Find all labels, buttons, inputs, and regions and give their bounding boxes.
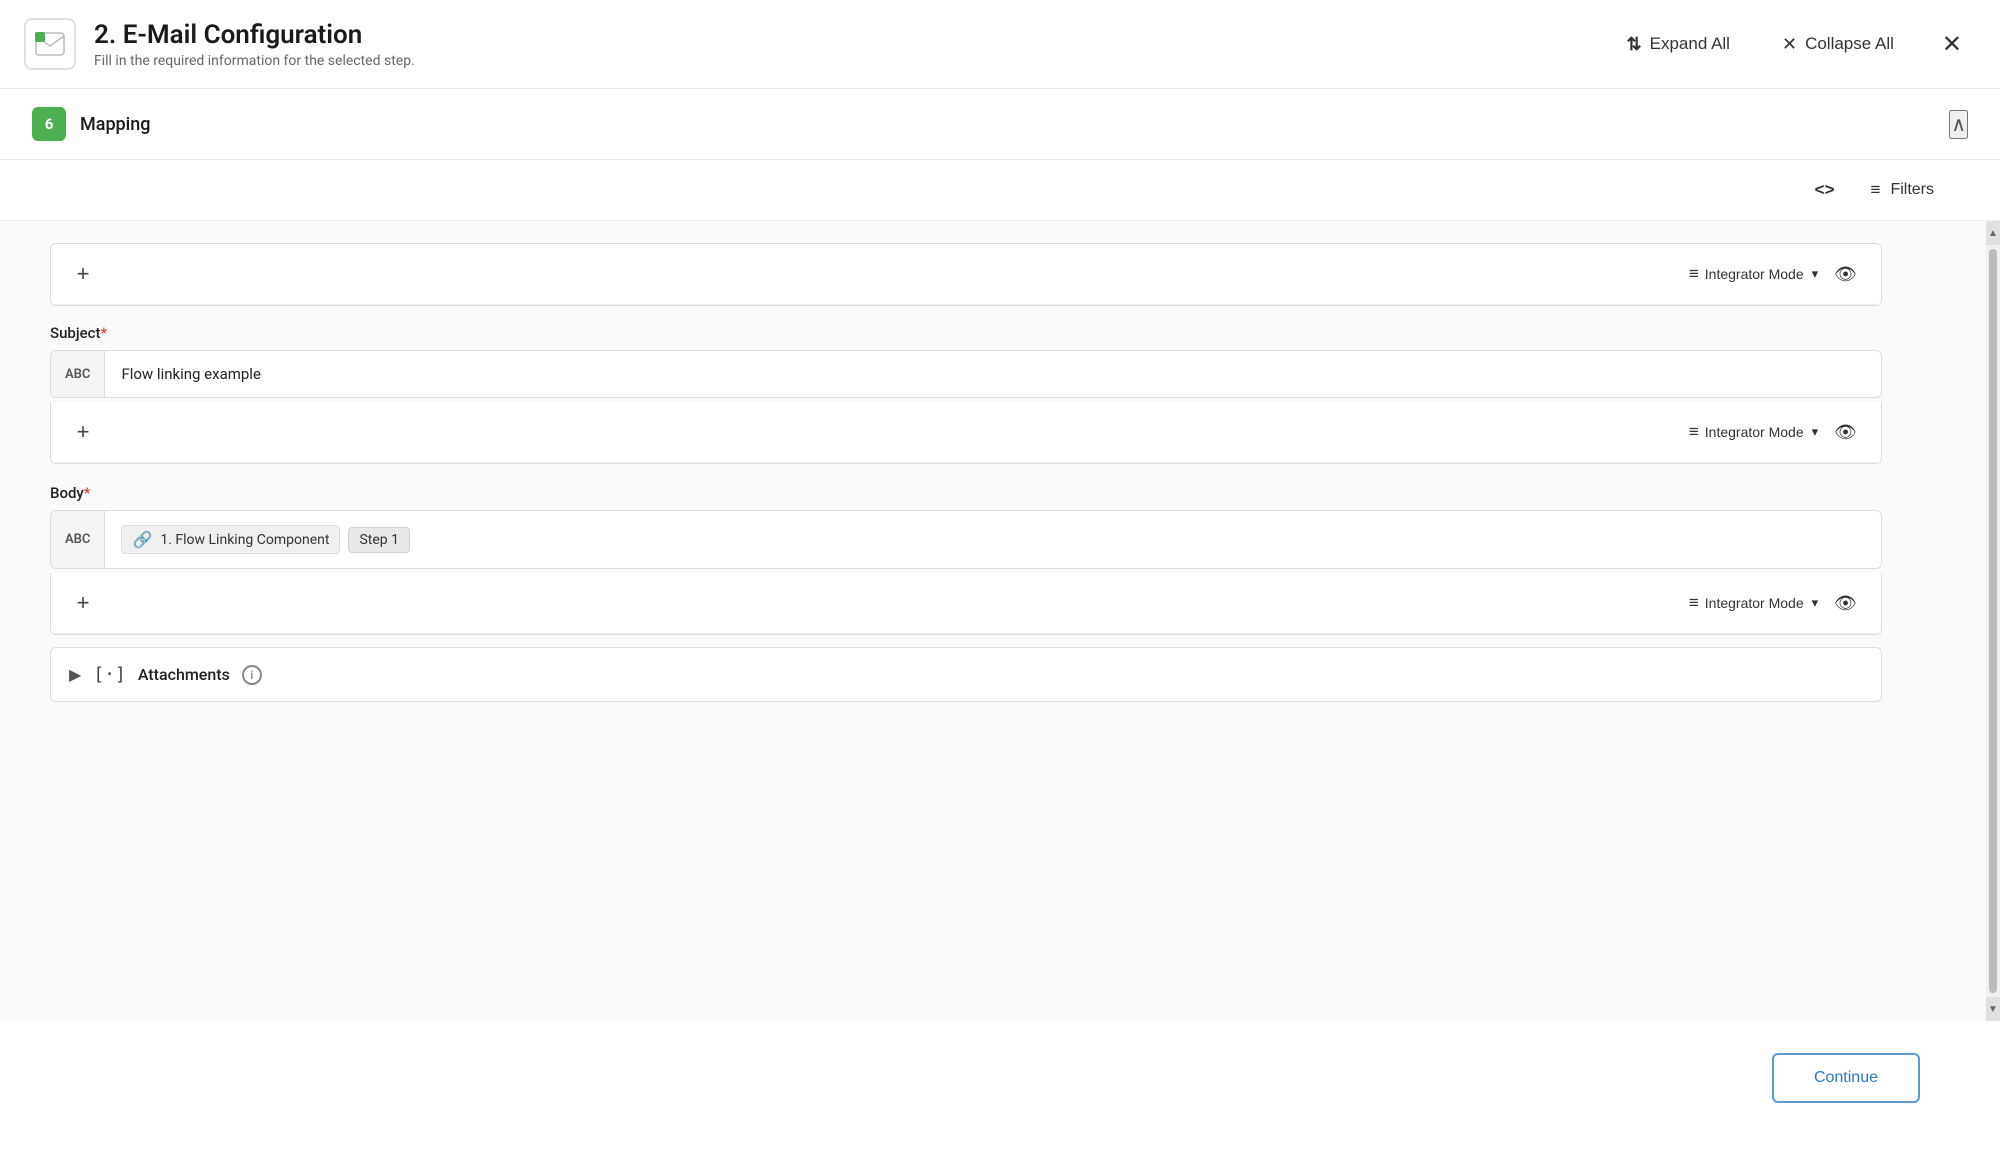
chevron-up-icon: ∧	[1951, 114, 1966, 136]
body-mode-icon: ≡	[1689, 593, 1699, 613]
email-icon	[35, 32, 65, 56]
body-mode-selector: ≡ Integrator Mode ▾ 👁	[1689, 589, 1865, 618]
subject-bottom-controls: + ≡ Integrator Mode ▾ 👁	[51, 402, 1881, 463]
body-label: Body*	[50, 484, 1882, 502]
scrollbar[interactable]: ▲ ▼	[1986, 221, 2000, 1021]
toolbar-row: <> ≡ Filters	[0, 160, 2000, 221]
header-actions: ⇅ Expand All ✕ Collapse All ✕	[1617, 24, 1968, 65]
section-title: Mapping	[80, 114, 151, 135]
subject-mode-label: Integrator Mode	[1705, 424, 1804, 440]
close-icon: ✕	[1942, 31, 1962, 58]
body-bottom-area: + ≡ Integrator Mode ▾ 👁	[50, 573, 1882, 635]
collapse-all-label: Collapse All	[1805, 34, 1894, 54]
collapse-all-button[interactable]: ✕ Collapse All	[1772, 28, 1904, 61]
body-input-field: ABC 🔗 1. Flow Linking Component Step 1	[50, 510, 1882, 569]
integrator-mode-icon: ≡	[1689, 264, 1699, 284]
header-text: 2. E-Mail Configuration Fill in the requ…	[94, 20, 415, 69]
subject-plus-icon: +	[77, 419, 90, 445]
section-left: 6 Mapping	[32, 107, 151, 141]
main-content: ▲ ▼ + ≡ Integrator Mode ▾ 👁	[0, 221, 2000, 1021]
body-required: *	[84, 484, 91, 502]
expand-all-button[interactable]: ⇅ Expand All	[1617, 28, 1740, 61]
section-badge: 6	[32, 107, 66, 141]
filters-icon: ≡	[1871, 180, 1881, 200]
body-abc-badge: ABC	[51, 511, 105, 568]
integrator-mode-label: Integrator Mode	[1705, 266, 1804, 282]
expand-all-label: Expand All	[1650, 34, 1730, 54]
dropdown-arrow-icon: ▾	[1812, 266, 1819, 282]
attachments-bracket-icon: [·]	[93, 664, 126, 685]
body-plus-icon: +	[77, 590, 90, 616]
body-mode-label: Integrator Mode	[1705, 595, 1804, 611]
top-field-area: + ≡ Integrator Mode ▾ 👁	[50, 243, 1882, 306]
subject-eye-button[interactable]: 👁	[1826, 418, 1865, 447]
page-title: 2. E-Mail Configuration	[94, 20, 415, 50]
expand-all-icon: ⇅	[1627, 34, 1642, 55]
subject-integrator-mode-button[interactable]: ≡ Integrator Mode ▾	[1689, 422, 1818, 442]
collapse-all-icon: ✕	[1782, 34, 1797, 55]
body-bottom-controls: + ≡ Integrator Mode ▾ 👁	[51, 573, 1881, 634]
filters-label: Filters	[1890, 181, 1934, 199]
step-tag: Step 1	[348, 527, 410, 553]
attachments-label: Attachments	[138, 665, 230, 684]
top-add-button[interactable]: +	[67, 258, 99, 290]
subject-value[interactable]: Flow linking example	[105, 351, 1881, 397]
body-add-button[interactable]: +	[67, 587, 99, 619]
section-header: 6 Mapping ∧	[0, 89, 2000, 160]
top-field-controls: + ≡ Integrator Mode ▾ 👁	[51, 244, 1881, 305]
body-eye-icon: 👁	[1834, 593, 1857, 613]
subject-add-button[interactable]: +	[67, 416, 99, 448]
subject-bottom-area: + ≡ Integrator Mode ▾ 👁	[50, 402, 1882, 464]
body-value[interactable]: 🔗 1. Flow Linking Component Step 1	[105, 511, 1881, 568]
link-icon: 🔗	[132, 530, 152, 549]
subject-abc-badge: ABC	[51, 351, 105, 397]
scroll-thumb[interactable]	[1989, 249, 1997, 993]
flow-link-chip[interactable]: 🔗 1. Flow Linking Component	[121, 525, 340, 554]
body-dropdown-icon: ▾	[1812, 595, 1819, 611]
attachments-expand-arrow: ▶	[69, 665, 81, 684]
subject-required: *	[100, 324, 107, 342]
subject-mode-icon: ≡	[1689, 422, 1699, 442]
filters-button[interactable]: ≡ Filters	[1861, 174, 1944, 206]
subject-dropdown-icon: ▾	[1812, 424, 1819, 440]
attachments-row[interactable]: ▶ [·] Attachments i	[50, 647, 1882, 702]
plus-icon: +	[77, 261, 90, 287]
scroll-down-button[interactable]: ▼	[1986, 997, 2000, 1021]
header-left: 2. E-Mail Configuration Fill in the requ…	[24, 18, 415, 70]
subject-label: Subject*	[50, 324, 1882, 342]
page-subtitle: Fill in the required information for the…	[94, 53, 415, 69]
header: 2. E-Mail Configuration Fill in the requ…	[0, 0, 2000, 89]
eye-icon: 👁	[1834, 264, 1857, 284]
top-mode-selector: ≡ Integrator Mode ▾ 👁	[1689, 260, 1865, 289]
attachments-info-icon: i	[242, 665, 262, 685]
body-eye-button[interactable]: 👁	[1826, 589, 1865, 618]
email-icon-wrapper	[24, 18, 76, 70]
subject-eye-icon: 👁	[1834, 422, 1857, 442]
flow-link-text: 1. Flow Linking Component	[160, 532, 329, 548]
code-icon: <>	[1815, 180, 1835, 200]
section-collapse-button[interactable]: ∧	[1949, 110, 1968, 139]
code-view-button[interactable]: <>	[1805, 174, 1845, 206]
close-button[interactable]: ✕	[1936, 24, 1968, 65]
scroll-up-button[interactable]: ▲	[1986, 221, 2000, 245]
subject-mode-selector: ≡ Integrator Mode ▾ 👁	[1689, 418, 1865, 447]
subject-input-field: ABC Flow linking example	[50, 350, 1882, 398]
top-eye-button[interactable]: 👁	[1826, 260, 1865, 289]
continue-button[interactable]: Continue	[1772, 1053, 1920, 1103]
body-integrator-mode-button[interactable]: ≡ Integrator Mode ▾	[1689, 593, 1818, 613]
top-integrator-mode-button[interactable]: ≡ Integrator Mode ▾	[1689, 264, 1818, 284]
